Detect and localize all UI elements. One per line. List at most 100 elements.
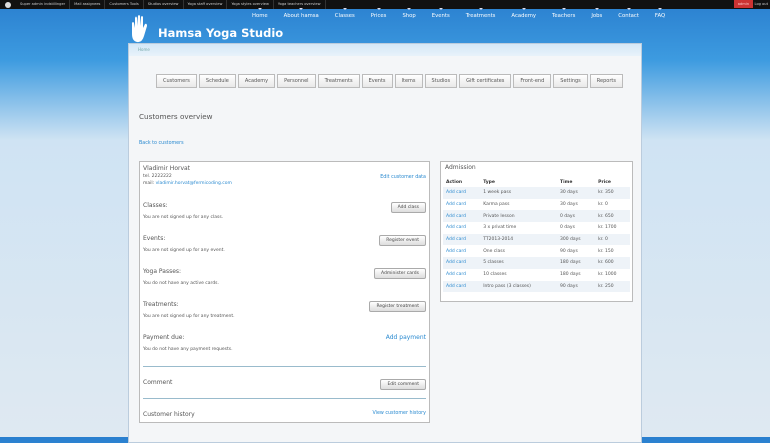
add-payment-link[interactable]: Add payment [386,334,426,341]
tab-reports[interactable]: Reports [589,74,623,88]
table-cell: 10 classes [483,272,507,278]
toolbar-link[interactable]: Yoga styles overview [227,0,274,9]
table-cell: 0 days [557,210,596,223]
toolbar-link[interactable]: Customers Tools [105,0,144,9]
tab-events[interactable]: Events [361,74,393,88]
toolbar-link[interactable]: Mail assignees [70,0,106,9]
admission-box: Admission Action Type Time Price Add car… [440,161,633,302]
add-card-link[interactable]: Add card [443,257,481,269]
section-text: You are not signed up for any event. [143,248,225,253]
table-cell: kr. 350 [595,187,630,199]
add-card-link[interactable]: Add card [443,210,481,223]
tab-personnel[interactable]: Personnel [277,74,316,88]
register-event-button[interactable]: Register event [379,235,426,246]
table-cell: kr. 150 [598,248,614,254]
nav-jobs[interactable]: Jobs [591,8,602,19]
nav-classes[interactable]: Classes [335,8,355,19]
toolbar-link[interactable]: Studios overview [144,0,184,9]
breadcrumb[interactable]: Home [129,44,641,56]
tab-items[interactable]: Items [394,74,423,88]
edit-comment-button[interactable]: Edit comment [380,379,426,390]
admission-title: Admission [445,164,476,171]
tab-treatments[interactable]: Treatments [317,74,360,88]
divider [143,398,426,399]
admin-toolbar: Super admin indstillinger Mail assignees… [0,0,770,9]
col-header: Type [483,180,495,185]
customer-details-box: Vladimir Horvat tel. 2222222 mail: vladi… [139,161,430,423]
view-customer-history-link[interactable]: View customer history [372,411,426,416]
col-header: Time [560,180,573,185]
section-title: Classes: [143,202,168,209]
hamsa-hand-logo-icon[interactable] [128,14,150,44]
nav-events[interactable]: Events [432,8,450,19]
admin-user-link[interactable]: admin [733,0,753,8]
edit-customer-data-link[interactable]: Edit customer data [380,175,426,180]
nav-prices[interactable]: Prices [371,8,386,19]
table-cell: 30 days [560,202,578,208]
nav-teachers[interactable]: Teachers [552,8,575,19]
comment-section: Comment Edit comment [143,379,426,390]
logout-link[interactable]: Log out [755,0,768,9]
tab-studios[interactable]: Studios [424,74,458,88]
table-cell: Karma pass [483,202,510,208]
tab-settings[interactable]: Settings [553,74,588,88]
events-section: Events: You are not signed up for any ev… [143,235,426,253]
table-cell: kr. 650 [595,210,630,223]
add-card-link[interactable]: Add card [443,199,480,211]
tab-customers[interactable]: Customers [156,74,197,88]
classes-section: Classes: You are not signed up for any c… [143,202,426,220]
treatments-section: Treatments: You are not signed up for an… [143,301,426,319]
table-cell: One class [483,248,505,254]
back-to-customers-link[interactable]: Back to customers [139,141,184,146]
table-row: Add card Intro pass (3 classes) 90 days kr.… [443,280,630,293]
history-section: Customer history View customer history [143,411,426,418]
table-cell: kr. 1700 [598,225,617,231]
toolbar-link[interactable]: Yoga staff overview [184,0,228,9]
main-nav: Home About hamsa Classes Prices Shop Eve… [252,8,681,19]
tab-schedule[interactable]: Schedule [198,74,236,88]
page-title: Customers overview [139,112,213,121]
col-header: Price [598,180,611,185]
add-class-button[interactable]: Add class [390,202,426,213]
table-cell: kr. 0 [598,202,608,208]
table-cell: 1 week pass [480,187,558,199]
section-text: You are not signed up for any class. [143,215,224,220]
add-card-link[interactable]: Add card [443,269,480,281]
nav-academy[interactable]: Academy [511,8,536,19]
table-cell: 90 days [560,248,578,254]
nav-about[interactable]: About hamsa [284,8,319,19]
table-row: Add card 3 x privat time 0 days kr. 1700 [443,222,630,234]
tab-front-end[interactable]: Front-end [513,74,552,88]
table-row: Add card Private lesson 0 days kr. 650 [443,210,630,223]
drupal-logo-icon[interactable] [5,1,11,8]
table-cell: 5 classes [480,257,558,269]
table-row: Add card One class 90 days kr. 150 [443,245,630,257]
table-cell: Private lesson [480,210,558,223]
table-cell: TT2013-2014 [480,233,558,246]
site-name[interactable]: Hamsa Yoga Studio [158,26,283,40]
nav-contact[interactable]: Contact [618,8,639,19]
add-card-link[interactable]: Add card [443,280,481,293]
tab-gift-certificates[interactable]: Gift certificates [459,74,512,88]
table-cell: 0 days [560,225,575,231]
table-cell: kr. 0 [595,233,630,246]
register-treatment-button[interactable]: Register treatment [369,301,426,312]
col-header: Action [446,180,463,185]
add-card-link[interactable]: Add card [443,245,480,257]
divider [143,366,426,367]
add-card-link[interactable]: Add card [443,233,481,246]
tab-academy[interactable]: Academy [237,74,276,88]
toolbar-link[interactable]: Super admin indstillinger [16,0,71,9]
customer-email-link[interactable]: vladimir.horvat@fermicoding.com [156,181,232,186]
section-text: You do not have any active cards. [143,281,219,286]
admission-table: Action Type Time Price Add card 1 week pa… [443,178,630,293]
nav-home[interactable]: Home [252,8,268,19]
add-card-link[interactable]: Add card [443,222,480,234]
nav-faq[interactable]: FAQ [655,8,665,19]
table-cell: 30 days [557,187,596,199]
table-cell: 180 days [557,257,596,269]
nav-treatments[interactable]: Treatments [466,8,495,19]
nav-shop[interactable]: Shop [402,8,416,19]
add-card-link[interactable]: Add card [443,187,481,199]
administer-cards-button[interactable]: Administer cards [374,268,426,279]
